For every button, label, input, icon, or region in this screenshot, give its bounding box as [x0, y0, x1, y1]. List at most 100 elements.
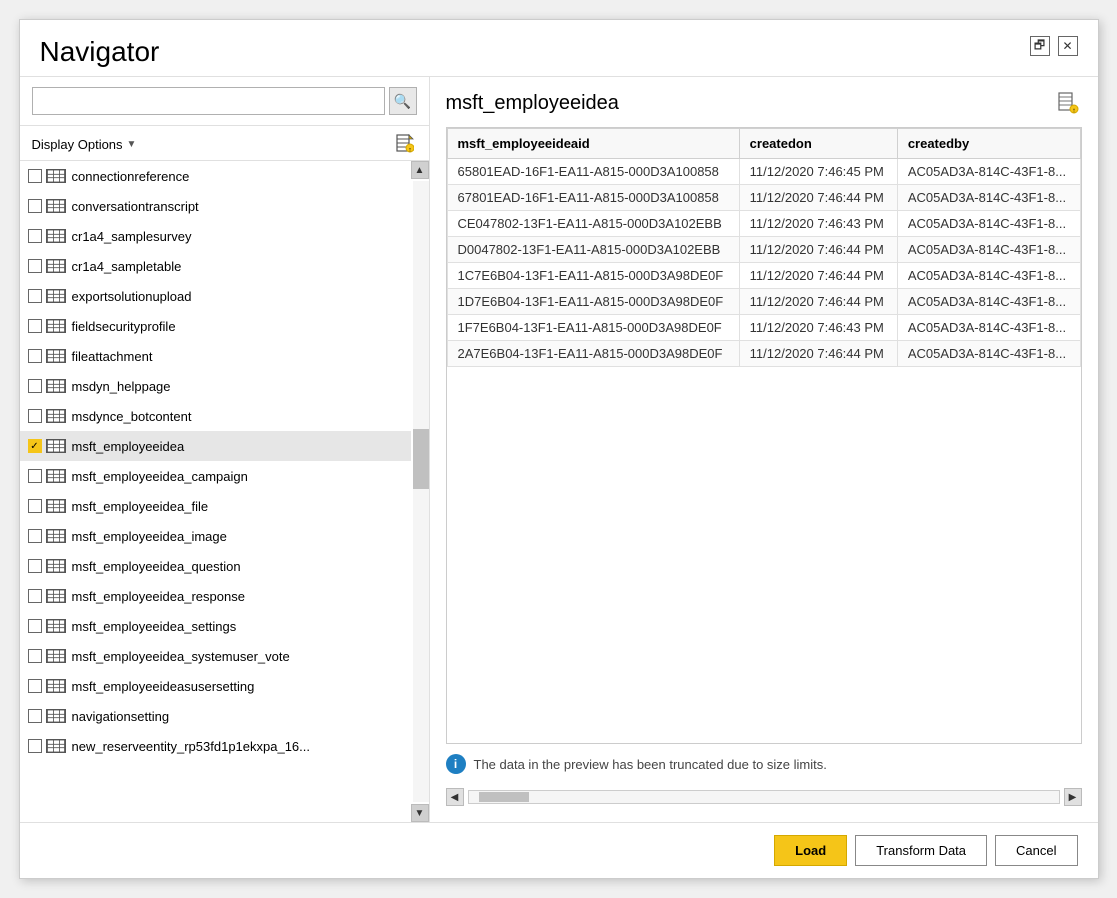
- table-cell: 11/12/2020 7:46:44 PM: [739, 237, 897, 263]
- h-scroll-right-button[interactable]: ▶: [1064, 788, 1082, 806]
- table-cell: D0047802-13F1-EA11-A815-000D3A102EBB: [447, 237, 739, 263]
- file-icon-button[interactable]: ↑: [393, 132, 417, 156]
- preview-header: msft_employeeidea ↑: [446, 89, 1082, 117]
- list-item[interactable]: msft_employeeidea: [20, 431, 411, 461]
- scroll-up-button[interactable]: ▲: [411, 161, 429, 179]
- list-item-checkbox[interactable]: [28, 649, 42, 663]
- table-cell: 1D7E6B04-13F1-EA11-A815-000D3A98DE0F: [447, 289, 739, 315]
- list-item-checkbox[interactable]: [28, 349, 42, 363]
- list-items-container: connectionreference conversationtranscri…: [20, 161, 429, 761]
- table-row: 1C7E6B04-13F1-EA11-A815-000D3A98DE0F11/1…: [447, 263, 1080, 289]
- list-item-checkbox[interactable]: [28, 559, 42, 573]
- close-button[interactable]: ✕: [1058, 36, 1078, 56]
- list-item[interactable]: msft_employeeidea_file: [20, 491, 411, 521]
- table-cell: AC05AD3A-814C-43F1-8...: [897, 159, 1080, 185]
- list-item-checkbox[interactable]: [28, 169, 42, 183]
- svg-text:↑: ↑: [1072, 108, 1076, 115]
- list-item[interactable]: msdynce_botcontent: [20, 401, 411, 431]
- table-icon: [46, 649, 66, 663]
- list-item-checkbox[interactable]: [28, 319, 42, 333]
- list-item[interactable]: cr1a4_sampletable: [20, 251, 411, 281]
- list-item[interactable]: conversationtranscript: [20, 191, 411, 221]
- list-item[interactable]: cr1a4_samplesurvey: [20, 221, 411, 251]
- table-icon: [46, 709, 66, 723]
- list-item[interactable]: connectionreference: [20, 161, 411, 191]
- transform-data-button[interactable]: Transform Data: [855, 835, 987, 866]
- list-item-checkbox[interactable]: [28, 679, 42, 693]
- display-options-row: Display Options ▼ ↑: [20, 126, 429, 161]
- display-options-button[interactable]: Display Options ▼: [32, 137, 137, 152]
- list-item-checkbox[interactable]: [28, 259, 42, 273]
- table-icon: [46, 439, 66, 453]
- list-item[interactable]: msft_employeeidea_response: [20, 581, 411, 611]
- truncate-notice: i The data in the preview has been trunc…: [446, 744, 1082, 784]
- list-item[interactable]: msdyn_helppage: [20, 371, 411, 401]
- list-item-checkbox[interactable]: [28, 499, 42, 513]
- list-item[interactable]: msft_employeeidea_image: [20, 521, 411, 551]
- scroll-down-button[interactable]: ▼: [411, 804, 429, 822]
- list-item-checkbox[interactable]: [28, 529, 42, 543]
- list-item-checkbox[interactable]: [28, 379, 42, 393]
- list-item[interactable]: msft_employeeideasusersetting: [20, 671, 411, 701]
- list-item[interactable]: new_reserveentity_rp53fd1p1ekxpa_16...: [20, 731, 411, 761]
- list-item-checkbox[interactable]: [28, 469, 42, 483]
- cancel-button[interactable]: Cancel: [995, 835, 1077, 866]
- list-item[interactable]: fileattachment: [20, 341, 411, 371]
- scroll-arrows: ▲ ▼: [411, 161, 429, 822]
- list-item-checkbox[interactable]: [28, 709, 42, 723]
- table-cell: AC05AD3A-814C-43F1-8...: [897, 315, 1080, 341]
- title-bar: Navigator 🗗 ✕: [20, 20, 1098, 76]
- list-item[interactable]: msft_employeeidea_systemuser_vote: [20, 641, 411, 671]
- table-icon: [46, 529, 66, 543]
- list-item-name: cr1a4_sampletable: [72, 259, 182, 274]
- display-options-label: Display Options: [32, 137, 123, 152]
- table-cell: 1F7E6B04-13F1-EA11-A815-000D3A98DE0F: [447, 315, 739, 341]
- table-cell: AC05AD3A-814C-43F1-8...: [897, 211, 1080, 237]
- table-row: CE047802-13F1-EA11-A815-000D3A102EBB11/1…: [447, 211, 1080, 237]
- table-icon: [46, 559, 66, 573]
- list-item-checkbox[interactable]: [28, 199, 42, 213]
- list-item-checkbox[interactable]: [28, 229, 42, 243]
- list-item-checkbox[interactable]: [28, 439, 42, 453]
- list-item-checkbox[interactable]: [28, 589, 42, 603]
- list-item-name: fieldsecurityprofile: [72, 319, 176, 334]
- scrollbar-thumb[interactable]: [413, 429, 429, 489]
- list-item-name: msdyn_helppage: [72, 379, 171, 394]
- list-item-name: msft_employeeidea_systemuser_vote: [72, 649, 290, 664]
- table-icon: [46, 379, 66, 393]
- table-cell: AC05AD3A-814C-43F1-8...: [897, 185, 1080, 211]
- list-item[interactable]: msft_employeeidea_campaign: [20, 461, 411, 491]
- table-cell: 11/12/2020 7:46:43 PM: [739, 315, 897, 341]
- data-table-container: msft_employeeideaidcreatedoncreatedby 65…: [446, 127, 1082, 744]
- list-item-checkbox[interactable]: [28, 289, 42, 303]
- table-cell: 67801EAD-16F1-EA11-A815-000D3A100858: [447, 185, 739, 211]
- list-item[interactable]: navigationsetting: [20, 701, 411, 731]
- preview-icon-button[interactable]: ↑: [1054, 89, 1082, 117]
- dialog-title: Navigator: [40, 36, 160, 68]
- table-row: 1F7E6B04-13F1-EA11-A815-000D3A98DE0F11/1…: [447, 315, 1080, 341]
- restore-button[interactable]: 🗗: [1030, 36, 1050, 56]
- search-button[interactable]: 🔍: [389, 87, 417, 115]
- table-cell: 11/12/2020 7:46:43 PM: [739, 211, 897, 237]
- h-scroll-left-button[interactable]: ◀: [446, 788, 464, 806]
- list-item-name: msft_employeeidea_response: [72, 589, 245, 604]
- list-item[interactable]: msft_employeeidea_settings: [20, 611, 411, 641]
- list-item-checkbox[interactable]: [28, 619, 42, 633]
- search-icon: 🔍: [394, 93, 411, 110]
- list-item[interactable]: exportsolutionupload: [20, 281, 411, 311]
- scrollbar-track: [413, 181, 429, 802]
- list-item[interactable]: fieldsecurityprofile: [20, 311, 411, 341]
- table-cell: 11/12/2020 7:46:44 PM: [739, 341, 897, 367]
- load-button[interactable]: Load: [774, 835, 847, 866]
- table-icon: [46, 679, 66, 693]
- title-bar-controls: 🗗 ✕: [1030, 36, 1078, 56]
- search-input[interactable]: [32, 87, 385, 115]
- list-item-checkbox[interactable]: [28, 409, 42, 423]
- h-scroll-thumb[interactable]: [479, 792, 529, 802]
- list-item[interactable]: msft_employeeidea_question: [20, 551, 411, 581]
- table-cell: 65801EAD-16F1-EA11-A815-000D3A100858: [447, 159, 739, 185]
- table-cell: AC05AD3A-814C-43F1-8...: [897, 237, 1080, 263]
- list-item-checkbox[interactable]: [28, 739, 42, 753]
- table-cell: AC05AD3A-814C-43F1-8...: [897, 263, 1080, 289]
- list-item-name: msdynce_botcontent: [72, 409, 192, 424]
